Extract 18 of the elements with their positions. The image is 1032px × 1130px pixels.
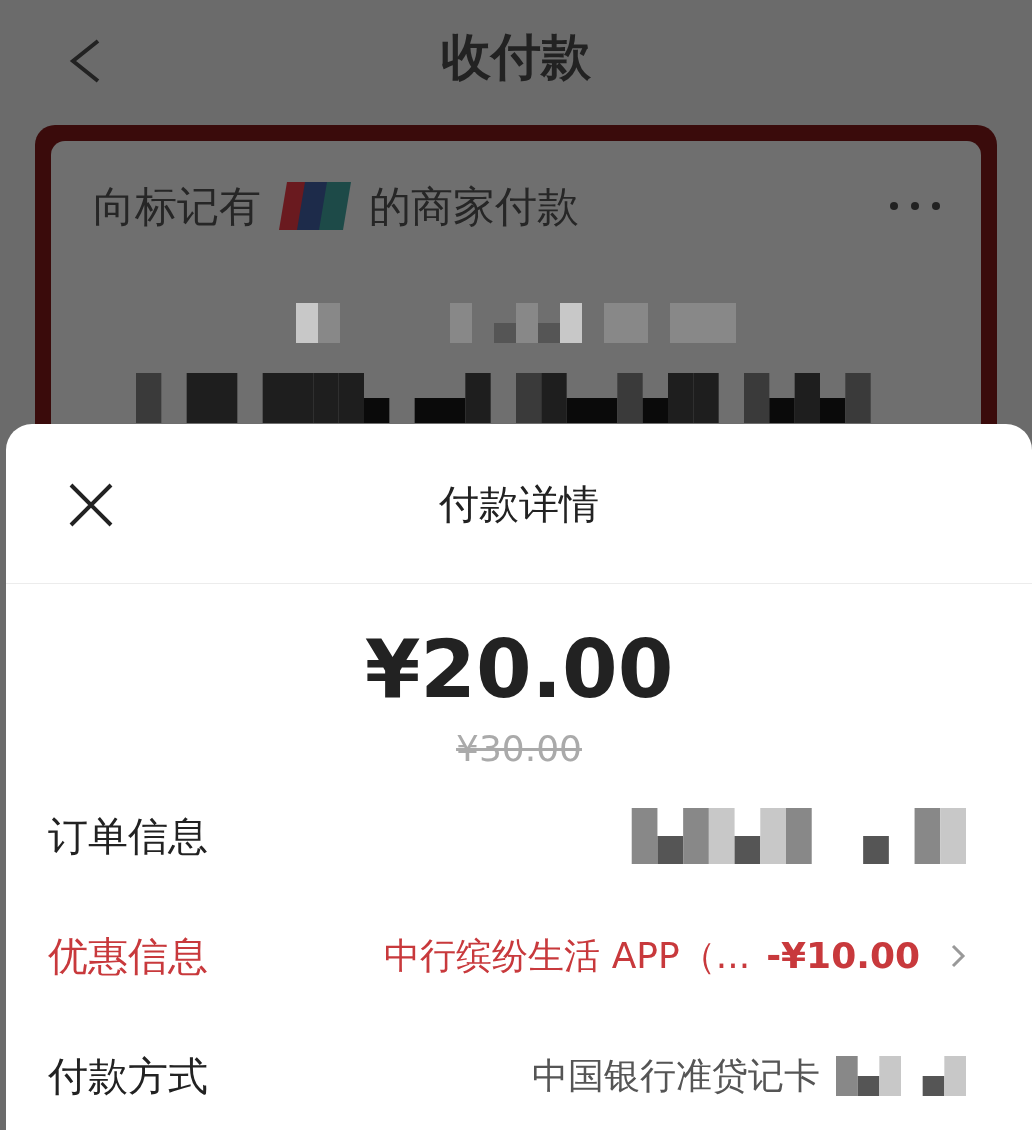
payment-amount: ¥20.00 [364, 630, 674, 710]
discount-name: 中行缤纷生活 APP（... [384, 934, 751, 978]
row-value: 中国银行准贷记卡 [532, 1054, 820, 1098]
original-amount: ¥30.00 [456, 727, 582, 771]
card-logo-icon [277, 180, 353, 232]
discount-row[interactable]: 优惠信息 中行缤纷生活 APP（... -¥10.00 [6, 896, 1032, 1016]
row-label: 订单信息 [48, 812, 208, 861]
chevron-right-icon[interactable] [950, 943, 966, 969]
card-prompt: 向标记有 [93, 180, 261, 233]
close-icon[interactable] [68, 482, 114, 528]
sheet-title: 付款详情 [439, 479, 599, 529]
discount-amount: -¥10.00 [766, 934, 920, 978]
card-prompt: 的商家付款 [369, 180, 579, 233]
row-label: 付款方式 [48, 1052, 208, 1101]
page-title: 收付款 [441, 27, 591, 88]
more-icon[interactable] [889, 201, 941, 211]
row-label: 优惠信息 [48, 932, 208, 981]
back-icon[interactable] [68, 38, 102, 84]
